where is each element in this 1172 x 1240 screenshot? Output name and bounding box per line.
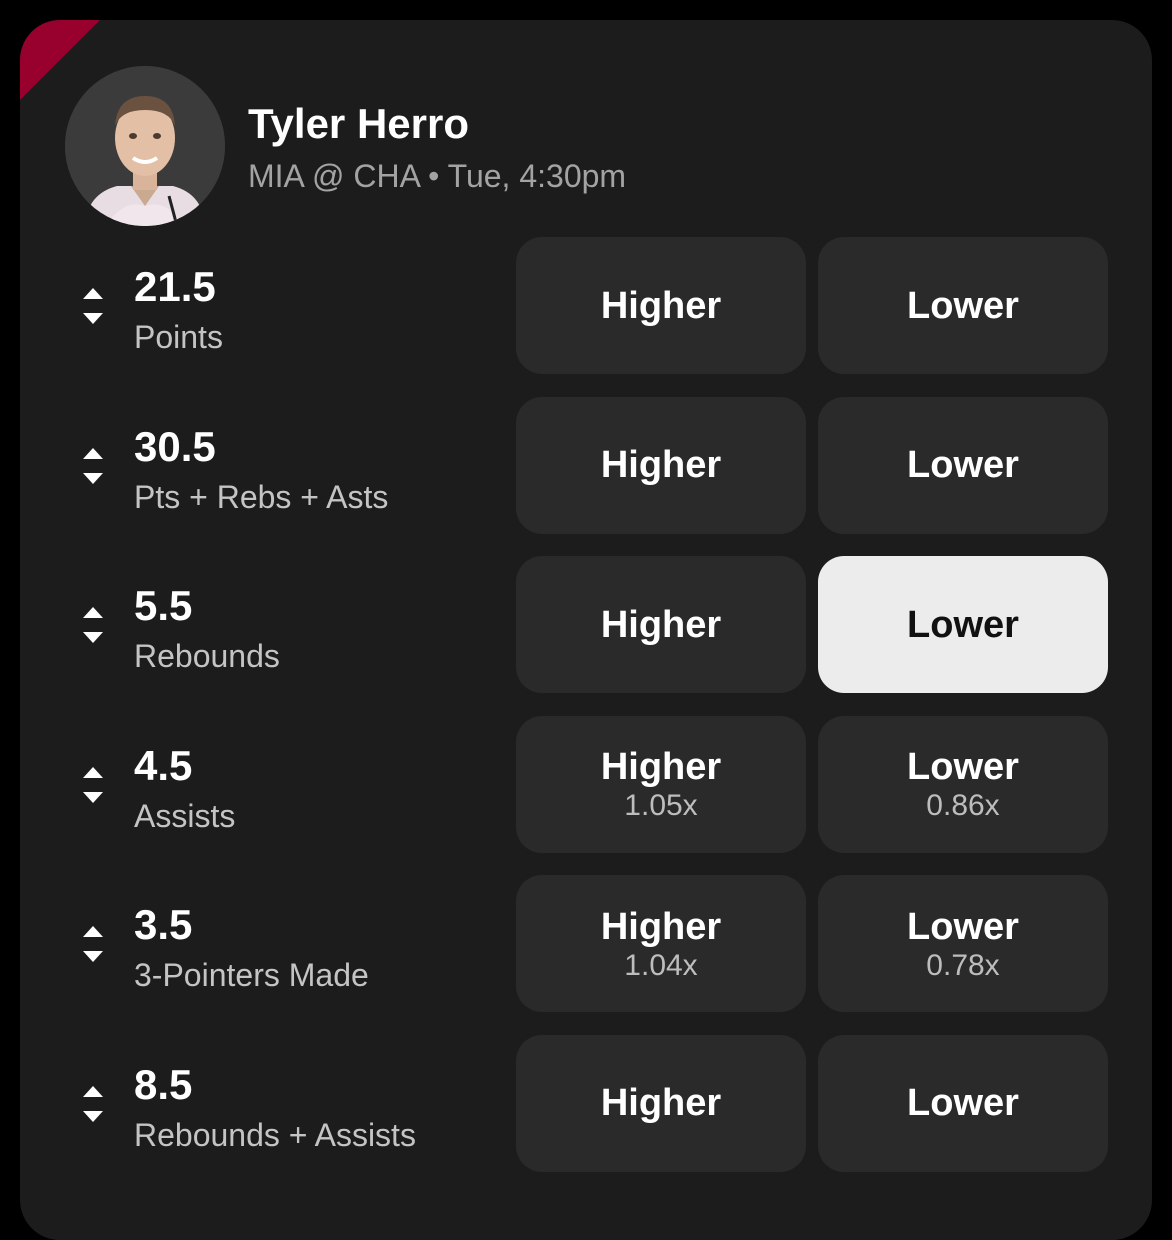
stat-name: Assists	[134, 797, 236, 834]
game-info: MIA @ CHA • Tue, 4:30pm	[248, 158, 627, 194]
higher-label: Higher	[600, 444, 722, 486]
lower-label: Lower	[907, 1082, 1019, 1124]
sort-arrows-icon[interactable]	[82, 1083, 104, 1125]
stat-name: 3-Pointers Made	[134, 957, 369, 993]
lower-label: Lower	[907, 603, 1019, 646]
stat-line-value: 3.5	[134, 901, 193, 948]
higher-button[interactable]: Higher	[516, 396, 806, 534]
sort-arrows-icon[interactable]	[82, 604, 104, 646]
sort-arrows-icon[interactable]	[82, 764, 104, 806]
sort-arrows-icon[interactable]	[82, 445, 104, 487]
prop-row: 30.5 Pts + Rebs + Asts Higher Lower	[20, 396, 1152, 534]
higher-multiplier: 1.05x	[624, 789, 698, 822]
higher-multiplier: 1.04x	[624, 948, 698, 982]
higher-label: Higher	[600, 905, 722, 948]
higher-button[interactable]: Higher	[516, 556, 806, 693]
stat-line-value: 30.5	[134, 422, 216, 470]
lower-multiplier: 0.86x	[926, 789, 1000, 822]
higher-label: Higher	[600, 746, 722, 788]
lower-button[interactable]: Lower 0.78x	[818, 875, 1108, 1012]
higher-button[interactable]: Higher	[516, 237, 806, 374]
higher-button[interactable]: Higher 1.04x	[516, 875, 806, 1012]
player-avatar	[65, 66, 225, 226]
sort-arrows-icon[interactable]	[82, 923, 104, 965]
stat-line-value: 5.5	[134, 582, 193, 629]
stat-line-value: 8.5	[134, 1060, 193, 1108]
higher-button[interactable]: Higher	[516, 1034, 806, 1172]
prop-row: 4.5 Assists Higher 1.05x Lower 0.86x	[20, 715, 1152, 853]
lower-button[interactable]: Lower 0.86x	[818, 715, 1108, 853]
prop-row: 3.5 3-Pointers Made Higher 1.04x Lower 0…	[20, 875, 1152, 1012]
lower-button[interactable]: Lower	[818, 237, 1108, 374]
lower-multiplier: 0.78x	[926, 948, 1000, 982]
prop-row: 8.5 Rebounds + Assists Higher Lower	[20, 1034, 1152, 1172]
lower-label: Lower	[907, 905, 1019, 948]
stat-line-value: 4.5	[134, 741, 193, 789]
stat-line-value: 21.5	[134, 263, 216, 310]
lower-button[interactable]: Lower	[818, 396, 1108, 534]
higher-label: Higher	[600, 603, 722, 646]
sort-arrows-icon[interactable]	[82, 285, 104, 327]
prop-row: 21.5 Points Higher Lower	[20, 237, 1152, 374]
props-list: 21.5 Points Higher Lower 30.5 Pts + Rebs…	[20, 237, 1152, 1194]
stat-name: Pts + Rebs + Asts	[134, 478, 389, 515]
higher-label: Higher	[600, 1082, 722, 1124]
player-card: Tyler Herro MIA @ CHA • Tue, 4:30pm 21.5…	[20, 20, 1152, 1240]
prop-row: 5.5 Rebounds Higher Lower	[20, 556, 1152, 693]
stat-name: Rebounds + Assists	[134, 1116, 416, 1153]
higher-label: Higher	[600, 284, 722, 327]
stat-name: Rebounds	[134, 638, 280, 674]
stat-name: Points	[134, 319, 223, 355]
lower-label: Lower	[907, 746, 1019, 788]
lower-button[interactable]: Lower	[818, 556, 1108, 693]
lower-label: Lower	[907, 444, 1019, 486]
higher-button[interactable]: Higher 1.05x	[516, 715, 806, 853]
lower-button[interactable]: Lower	[818, 1034, 1108, 1172]
lower-label: Lower	[907, 284, 1019, 327]
player-name: Tyler Herro	[248, 100, 469, 147]
